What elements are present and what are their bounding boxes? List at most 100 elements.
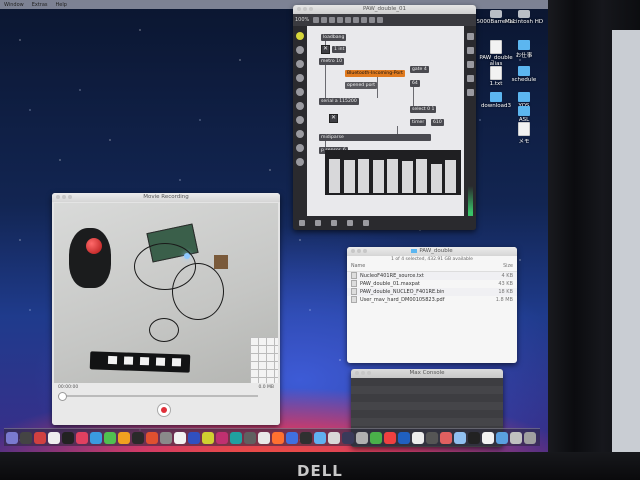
- link-icon[interactable]: [296, 102, 304, 110]
- close-button[interactable]: [355, 371, 359, 375]
- mixer-icon[interactable]: [296, 144, 304, 152]
- dock-app-icon[interactable]: [76, 431, 88, 444]
- toolbar-button-icon[interactable]: [329, 17, 336, 23]
- image-icon[interactable]: [296, 116, 304, 124]
- dock-app-icon[interactable]: [160, 431, 172, 444]
- desktop-icon-schedule[interactable]: schedule: [502, 66, 546, 83]
- minimize-button[interactable]: [62, 195, 66, 199]
- record-button[interactable]: [157, 403, 171, 417]
- opened-port-message[interactable]: opened port: [345, 82, 378, 89]
- toolbar-number-icon[interactable]: [345, 17, 352, 23]
- console-icon[interactable]: [466, 75, 474, 82]
- dock-app-icon[interactable]: [328, 431, 340, 444]
- volume-knob[interactable]: [58, 392, 67, 401]
- dock-app-icon[interactable]: [132, 431, 144, 444]
- desktop-icon-memo[interactable]: メモ: [502, 122, 546, 145]
- dock-app-icon[interactable]: [426, 431, 438, 444]
- menu-item-extras[interactable]: Extras: [32, 2, 48, 8]
- circle-icon[interactable]: [296, 158, 304, 166]
- zoom-button[interactable]: [367, 371, 371, 375]
- minimize-button[interactable]: [357, 249, 361, 253]
- dock-app-icon[interactable]: [440, 431, 452, 444]
- music-icon[interactable]: [296, 74, 304, 82]
- timer-object[interactable]: timer: [410, 119, 427, 126]
- sensor-multislider[interactable]: [325, 150, 461, 195]
- snippets-icon[interactable]: [296, 60, 304, 68]
- dock-app-icon[interactable]: [398, 431, 410, 444]
- dock-app-icon[interactable]: [454, 431, 466, 444]
- dock-app-icon[interactable]: [34, 431, 46, 444]
- desktop-icon-folder-work[interactable]: お仕事: [502, 40, 546, 59]
- minimize-button[interactable]: [361, 371, 365, 375]
- serial-port-menu[interactable]: Bluetooth-Incoming-Port: [345, 70, 405, 77]
- patcher-titlebar[interactable]: PAW_double_01: [293, 5, 476, 14]
- column-size[interactable]: Size: [483, 263, 513, 271]
- zoom-button[interactable]: [363, 249, 367, 253]
- toolbar-slider-icon[interactable]: [353, 17, 360, 23]
- dock-app-icon[interactable]: [90, 431, 102, 444]
- layers-icon[interactable]: [296, 88, 304, 96]
- desktop-icon-asl[interactable]: ASL: [502, 106, 546, 123]
- timer-number-box[interactable]: 610: [431, 119, 444, 126]
- minimize-button[interactable]: [303, 7, 307, 11]
- presentation-icon[interactable]: [315, 220, 321, 226]
- wrench-icon[interactable]: [347, 220, 353, 226]
- dock-app-icon[interactable]: [202, 431, 214, 444]
- grid-toggle-icon[interactable]: [331, 220, 337, 226]
- reference-icon[interactable]: [466, 61, 474, 68]
- dock-app-icon[interactable]: [62, 431, 74, 444]
- dock-app-icon[interactable]: [244, 431, 256, 444]
- zoom-button[interactable]: [309, 7, 313, 11]
- video-titlebar[interactable]: Movie Recording: [52, 193, 280, 202]
- dock-app-icon[interactable]: [230, 431, 242, 444]
- midiparse-object[interactable]: midiparse: [319, 134, 431, 141]
- dock-app-icon[interactable]: [496, 431, 508, 444]
- dock-app-icon[interactable]: [118, 431, 130, 444]
- serial-object[interactable]: serial a 115200: [319, 98, 359, 105]
- dock-app-icon[interactable]: [370, 431, 382, 444]
- serial-toggle[interactable]: [329, 114, 338, 123]
- toolbar-toggle-icon[interactable]: [337, 17, 344, 23]
- toolbar-audio-icon[interactable]: [377, 17, 384, 23]
- dock-app-icon[interactable]: [258, 431, 270, 444]
- file-row[interactable]: PAW_double_NUCLEO_F401RE.bin 18 KB: [347, 288, 517, 296]
- desktop-icon-macintosh-hd[interactable]: Macintosh HD: [502, 10, 546, 25]
- dock-app-icon[interactable]: [6, 431, 18, 444]
- toolbar-message-icon[interactable]: [321, 17, 328, 23]
- lock-icon[interactable]: [299, 220, 305, 226]
- zoom-button[interactable]: [68, 195, 72, 199]
- column-name[interactable]: Name: [351, 263, 483, 271]
- menu-item-help[interactable]: Help: [56, 2, 67, 8]
- dock-app-icon[interactable]: [384, 431, 396, 444]
- loadbang-object[interactable]: loadbang: [321, 34, 347, 41]
- search-icon[interactable]: [296, 46, 304, 54]
- dock-app-icon[interactable]: [314, 431, 326, 444]
- dock-app-icon[interactable]: [468, 431, 480, 444]
- dock-app-icon[interactable]: [272, 431, 284, 444]
- grid-icon[interactable]: [296, 130, 304, 138]
- volume-slider[interactable]: [58, 392, 258, 401]
- toolbar-object-icon[interactable]: [313, 17, 320, 23]
- toolbar-comment-icon[interactable]: [361, 17, 368, 23]
- inspector-icon[interactable]: [466, 33, 474, 40]
- metro-toggle[interactable]: [321, 45, 330, 54]
- close-button[interactable]: [297, 7, 301, 11]
- dock-app-icon[interactable]: [20, 431, 32, 444]
- dock-app-icon[interactable]: [174, 431, 186, 444]
- metro-object[interactable]: metro 10: [319, 58, 345, 65]
- debug-icon[interactable]: [363, 220, 369, 226]
- dock-app-icon[interactable]: [482, 431, 494, 444]
- file-row[interactable]: NucleoF401RE_source.txt 4 KB: [347, 272, 517, 280]
- zoom-level[interactable]: 100%: [295, 17, 309, 23]
- console-titlebar[interactable]: Max Console: [351, 369, 503, 378]
- select-object[interactable]: select 0 1: [410, 106, 437, 113]
- file-row[interactable]: User_mav_hard_DM00105823.pdf 1.8 MB: [347, 296, 517, 304]
- dock-app-icon[interactable]: [146, 431, 158, 444]
- gate-object[interactable]: gate 4: [410, 66, 429, 73]
- camera-icon[interactable]: [466, 89, 474, 96]
- gate-number-box[interactable]: 64: [410, 80, 420, 87]
- file-row[interactable]: PAW_double_01.maxpat 43 KB: [347, 280, 517, 288]
- close-button[interactable]: [56, 195, 60, 199]
- dock-app-icon[interactable]: [356, 431, 368, 444]
- patcher-canvas[interactable]: loadbang 1 int metro 10 Bluetooth-Incomi…: [307, 26, 464, 216]
